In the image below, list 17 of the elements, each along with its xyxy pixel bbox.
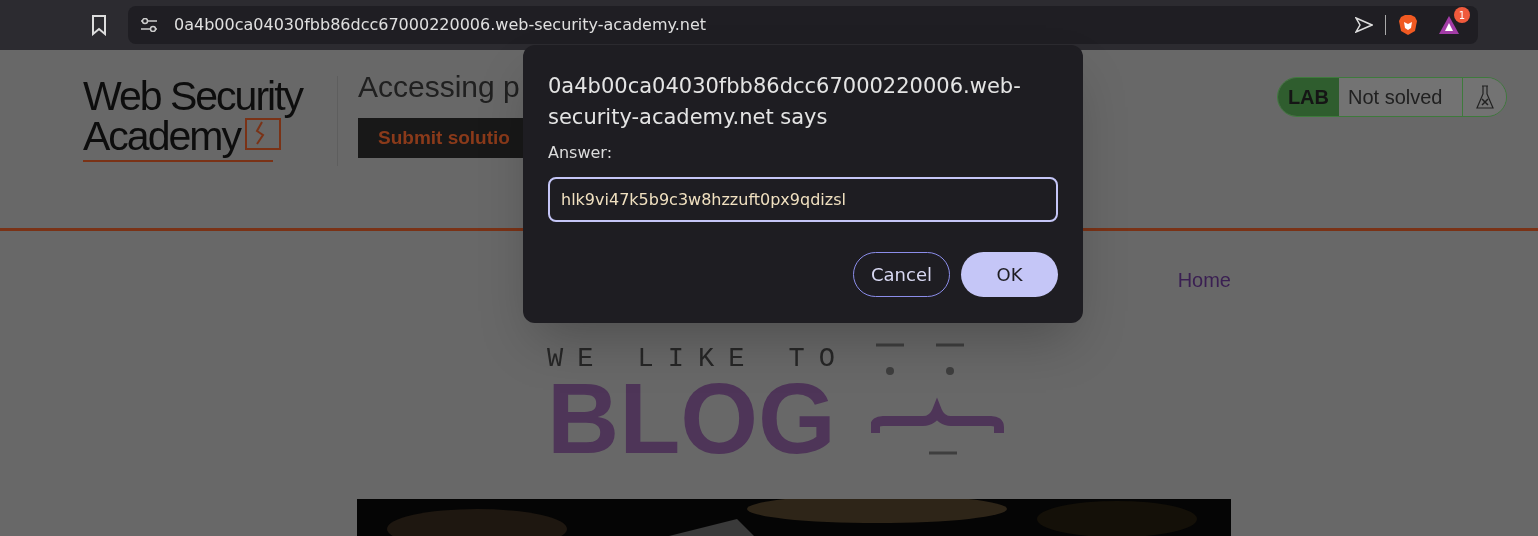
notification-badge: 1: [1454, 7, 1470, 23]
lab-status-text: Not solved: [1339, 78, 1462, 116]
academy-logo: Web Security Academy: [83, 76, 333, 166]
ok-button[interactable]: OK: [961, 252, 1058, 297]
bookmark-icon[interactable]: [90, 14, 108, 36]
dialog-title: 0a4b00ca04030fbb86dcc67000220006.web-security-academy.net says: [548, 73, 1022, 131]
shield-icon[interactable]: [1398, 14, 1418, 36]
address-bar[interactable]: 0a4b00ca04030fbb86dcc67000220006.web-security-academy.net 1: [128, 6, 1478, 44]
lab-title: Accessing p: [358, 70, 521, 104]
triangle-icon[interactable]: [1438, 15, 1460, 35]
answer-label: Answer:: [548, 142, 614, 164]
flask-icon: [1473, 84, 1496, 110]
answer-field[interactable]: hlk9vi47k5b9c3w8hzzuft0px9qdizsl: [548, 177, 1058, 222]
url-text: 0a4b00ca04030fbb86dcc67000220006.web-security-academy.net: [174, 14, 707, 36]
send-icon[interactable]: [1355, 17, 1373, 33]
lab-tag: LAB: [1277, 78, 1339, 116]
site-settings-icon[interactable]: [140, 18, 158, 32]
